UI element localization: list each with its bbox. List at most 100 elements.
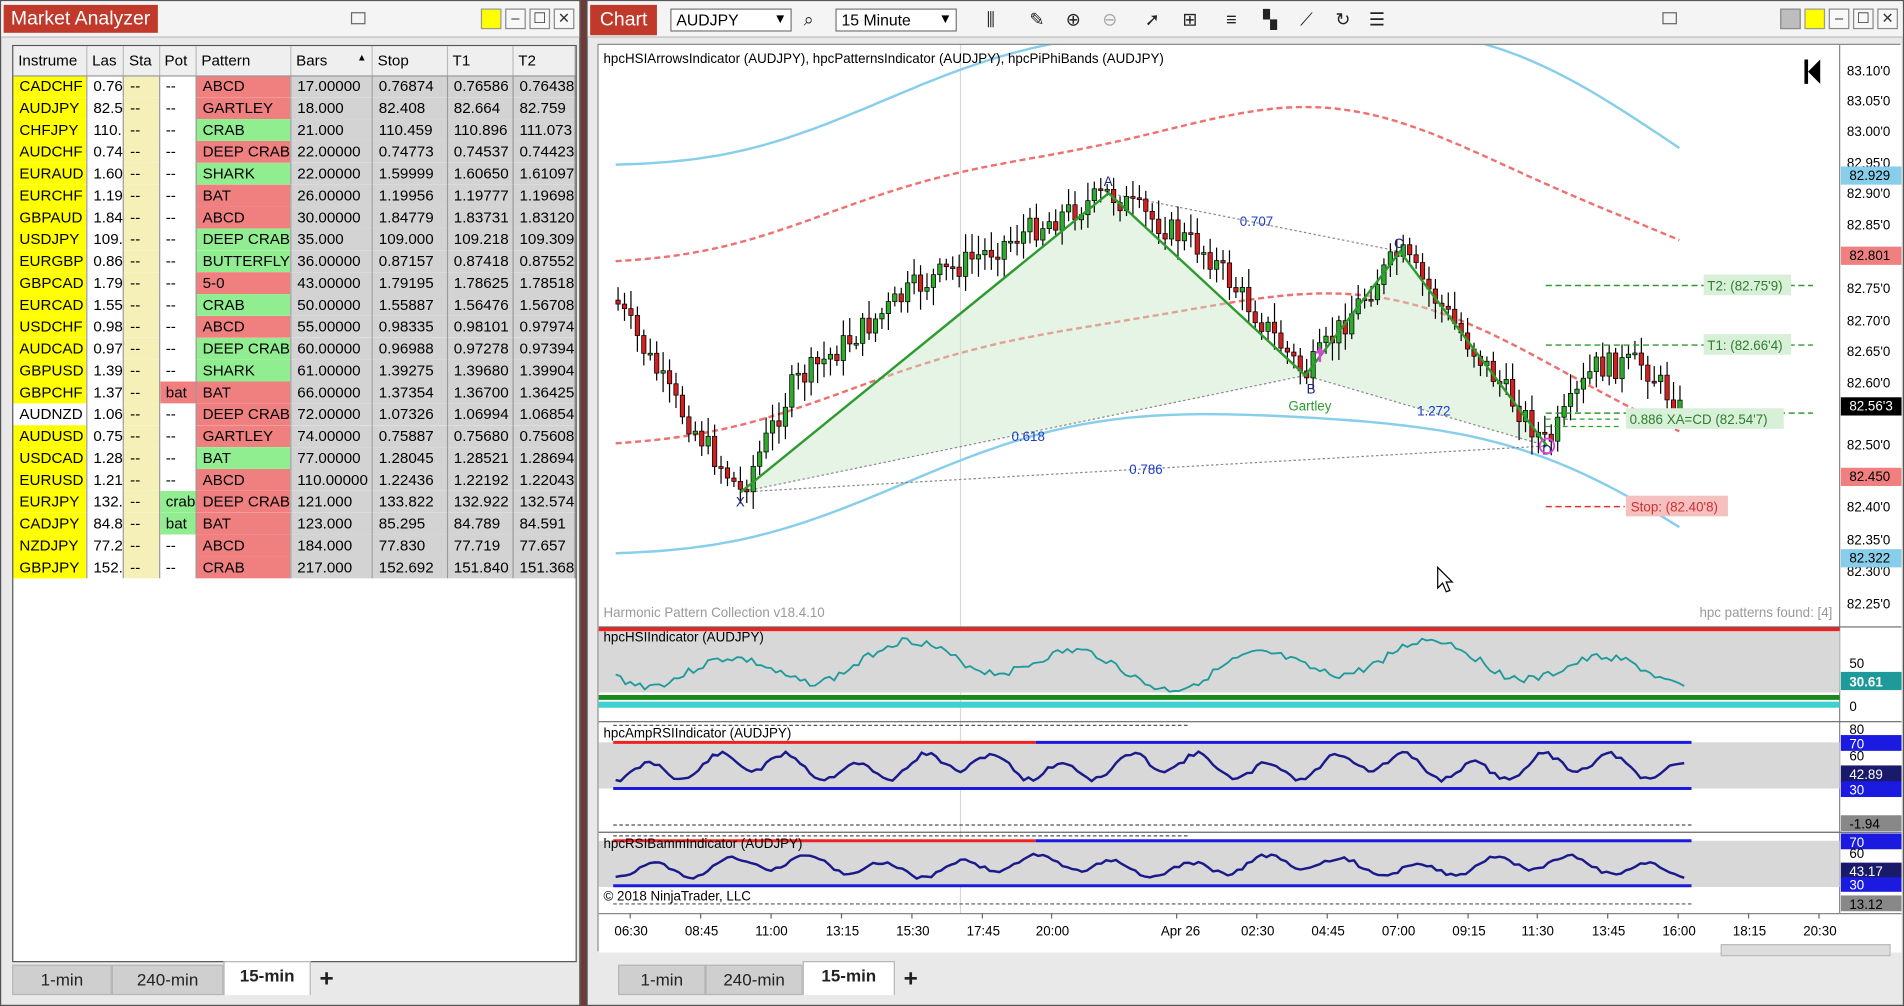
table-row[interactable]: USDCAD 1.28 -- -- BAT 77.00000 1.28045 1.28521 1…	[13, 447, 576, 469]
layout-icon[interactable]	[350, 12, 366, 25]
tab-15-min[interactable]: 15-min	[802, 961, 895, 996]
hsi-panel-band	[598, 629, 1840, 693]
horizontal-scrollbar[interactable]	[1720, 944, 1891, 957]
hsi-axis-0: 0	[1849, 699, 1856, 714]
strategies-icon[interactable]: ▚	[1258, 9, 1282, 33]
table-row[interactable]: CHFJPY 110. -- -- CRAB 21.000 110.459 110.896 11…	[13, 119, 576, 141]
column-header-bars[interactable]: Bars ▲	[290, 46, 373, 76]
table-row[interactable]: AUDNZD 1.06 -- -- DEEP CRAB 72.00000 1.07326 1.…	[13, 403, 576, 426]
column-header-pattern[interactable]: Pattern	[195, 46, 292, 76]
tab-15-min[interactable]: 15-min	[223, 961, 311, 996]
interval-selector[interactable]: 15 Minute ▼	[835, 8, 957, 32]
drawing-tools-icon[interactable]: ⟋	[1294, 9, 1318, 33]
tab-1-min[interactable]: 1-min	[618, 964, 706, 996]
candle-down	[615, 299, 621, 305]
column-header-stop[interactable]: Stop	[372, 46, 448, 76]
table-row[interactable]: EURCHF 1.19 -- -- BAT 26.00000 1.19956 1.19777 1…	[13, 184, 576, 207]
candle-down	[1368, 298, 1374, 302]
table-row[interactable]: EURCAD 1.55 -- -- CRAB 50.00000 1.55887 1.56476…	[13, 294, 576, 316]
table-row[interactable]: EURUSD 1.21 -- -- ABCD 110.00000 1.22436 1.2219…	[13, 468, 576, 491]
instrument-selector[interactable]: AUDJPY ▼	[670, 8, 792, 32]
chart-toolbar[interactable]: Chart AUDJPY ▼ ⌕ 15 Minute ▼ ⫼ ✎ ⊕ ⊖ ➚ ⊞ ≡…	[587, 1, 1903, 38]
tab-240-min[interactable]: 240-min	[111, 964, 224, 996]
potential-cell: --	[159, 534, 197, 557]
data-box-icon[interactable]: ⊞	[1178, 9, 1202, 33]
close-button[interactable]: ✕	[553, 8, 575, 30]
table-row[interactable]: AUDJPY 82.5 -- -- GARTLEY 18.000 82.408 82.664 8…	[13, 97, 576, 120]
chart-plot-area[interactable]: T2: (82.75'9) T1: (82.66'4) 0.886 XA=CD …	[597, 43, 1902, 953]
tab-1-min[interactable]: 1-min	[12, 964, 112, 996]
table-row[interactable]: CADCHF 0.76 -- -- ABCD 17.00000 0.76874 0.76586…	[13, 75, 576, 98]
column-header-t1[interactable]: T1	[447, 46, 514, 76]
point-b-label: B	[1307, 382, 1316, 397]
zoom-out-icon[interactable]: ⊖	[1098, 9, 1122, 33]
minimize-button[interactable]: –	[505, 8, 526, 30]
column-header-last[interactable]: Las	[86, 46, 125, 76]
stop-cell: 1.07326	[372, 403, 448, 426]
chart-canvas[interactable]: T2: (82.75'9) T1: (82.66'4) 0.886 XA=CD …	[598, 44, 1902, 953]
instrument-cell: CADJPY	[13, 512, 88, 535]
indicators-icon[interactable]: ≡	[1219, 9, 1243, 33]
time-axis-label: 17:45	[967, 924, 1000, 939]
ratio-ac-label: 0.707	[1240, 214, 1273, 229]
table-row[interactable]: EURGBP 0.86 -- -- BUTTERFLY 36.00000 0.87157 0.…	[13, 250, 576, 273]
close-button[interactable]: ✕	[1877, 8, 1898, 30]
candle-down	[834, 353, 840, 361]
add-tab-button[interactable]: +	[311, 965, 343, 995]
link-gray-button[interactable]	[1780, 8, 1801, 30]
candle-up	[1587, 371, 1593, 379]
t1-cell: 0.97278	[447, 337, 514, 360]
layout-icon[interactable]	[1662, 12, 1677, 25]
table-row[interactable]: NZDJPY 77.2 -- -- ABCD 184.000 77.830 77.719 77.…	[13, 534, 576, 557]
column-header-t2[interactable]: T2	[512, 46, 576, 76]
candle-down	[654, 352, 660, 374]
candle-down	[1613, 352, 1619, 380]
table-row[interactable]: CADJPY 84.8 -- bat BAT 123.000 85.295 84.789 84.…	[13, 512, 576, 535]
table-row[interactable]: GBPCAD 1.79 -- -- 5-0 43.00000 1.79195 1.78625 1…	[13, 272, 576, 295]
t1-cell: 151.840	[447, 556, 514, 579]
search-icon[interactable]: ⌕	[797, 9, 821, 33]
candle-up	[975, 254, 982, 260]
pencil-icon[interactable]: ✎	[1025, 9, 1049, 33]
column-header-status[interactable]: Sta	[123, 46, 160, 76]
candle-up	[1104, 188, 1110, 192]
t2-cell: 151.368	[512, 556, 576, 579]
t1-cell: 82.664	[447, 97, 514, 120]
table-row[interactable]: USDCHF 0.98 -- -- ABCD 55.00000 0.98335 0.98101…	[13, 315, 576, 338]
add-tab-button[interactable]: +	[895, 965, 927, 995]
maximize-button[interactable]: ☐	[529, 8, 551, 30]
time-axis-label: 08:45	[685, 924, 718, 939]
table-row[interactable]: AUDUSD 0.75 -- -- GARTLEY 74.00000 0.75887 0.75…	[13, 425, 576, 448]
table-row[interactable]: AUDCHF 0.74 -- -- DEEP CRAB 22.00000 0.74773 0.…	[13, 140, 576, 163]
maximize-button[interactable]: ☐	[1853, 8, 1874, 30]
table-row[interactable]: GBPAUD 1.84 -- -- ABCD 30.00000 1.84779 1.83731…	[13, 206, 576, 229]
pattern-cell: CRAB	[195, 119, 292, 141]
status-cell: --	[123, 97, 160, 120]
link-color-button[interactable]	[480, 8, 502, 30]
table-row[interactable]: EURAUD 1.60 -- -- SHARK 22.00000 1.59999 1.6065…	[13, 162, 576, 185]
column-header-potential[interactable]: Pot	[159, 46, 197, 76]
market-analyzer-titlebar[interactable]: Market Analyzer – ☐ ✕	[1, 1, 580, 38]
t2-cell: 0.76438	[512, 75, 576, 98]
refresh-icon[interactable]: ↻	[1331, 9, 1355, 33]
t1-cell: 110.896	[447, 119, 514, 141]
zoom-in-icon[interactable]: ⊕	[1061, 9, 1085, 33]
market-analyzer-grid[interactable]: Instrume Las Sta Pot Pattern Bars ▲ Stop …	[12, 44, 577, 963]
table-row[interactable]: USDJPY 109. -- -- DEEP CRAB 35.000 109.000 109.…	[13, 228, 576, 251]
point-x-label: X	[736, 495, 745, 510]
t2-cell: 1.83120	[512, 206, 576, 229]
column-header-instrument[interactable]: Instrume	[13, 46, 88, 76]
table-row[interactable]: AUDCAD 0.97 -- -- DEEP CRAB 60.00000 0.96988 0.…	[13, 337, 576, 360]
table-row[interactable]: GBPUSD 1.39 -- -- SHARK 61.00000 1.39275 1.3968…	[13, 359, 576, 382]
table-row[interactable]: EURJPY 132. -- crab DEEP CRAB 121.000 133.822 1…	[13, 490, 576, 513]
candle-up	[1020, 231, 1027, 244]
table-row[interactable]: GBPJPY 152. -- -- CRAB 217.000 152.692 151.840 1…	[13, 556, 576, 579]
tab-240-min[interactable]: 240-min	[705, 964, 803, 996]
minimize-button[interactable]: –	[1828, 8, 1850, 30]
bars-cell: 74.00000	[290, 425, 373, 448]
bar-style-icon[interactable]: ⫼	[979, 9, 1003, 33]
table-row[interactable]: GBPCHF 1.37 -- bat BAT 66.00000 1.37354 1.36700…	[13, 381, 576, 404]
pointer-icon[interactable]: ➚	[1140, 9, 1164, 33]
list-icon[interactable]: ☰	[1365, 9, 1389, 33]
link-color-button[interactable]	[1804, 8, 1826, 30]
